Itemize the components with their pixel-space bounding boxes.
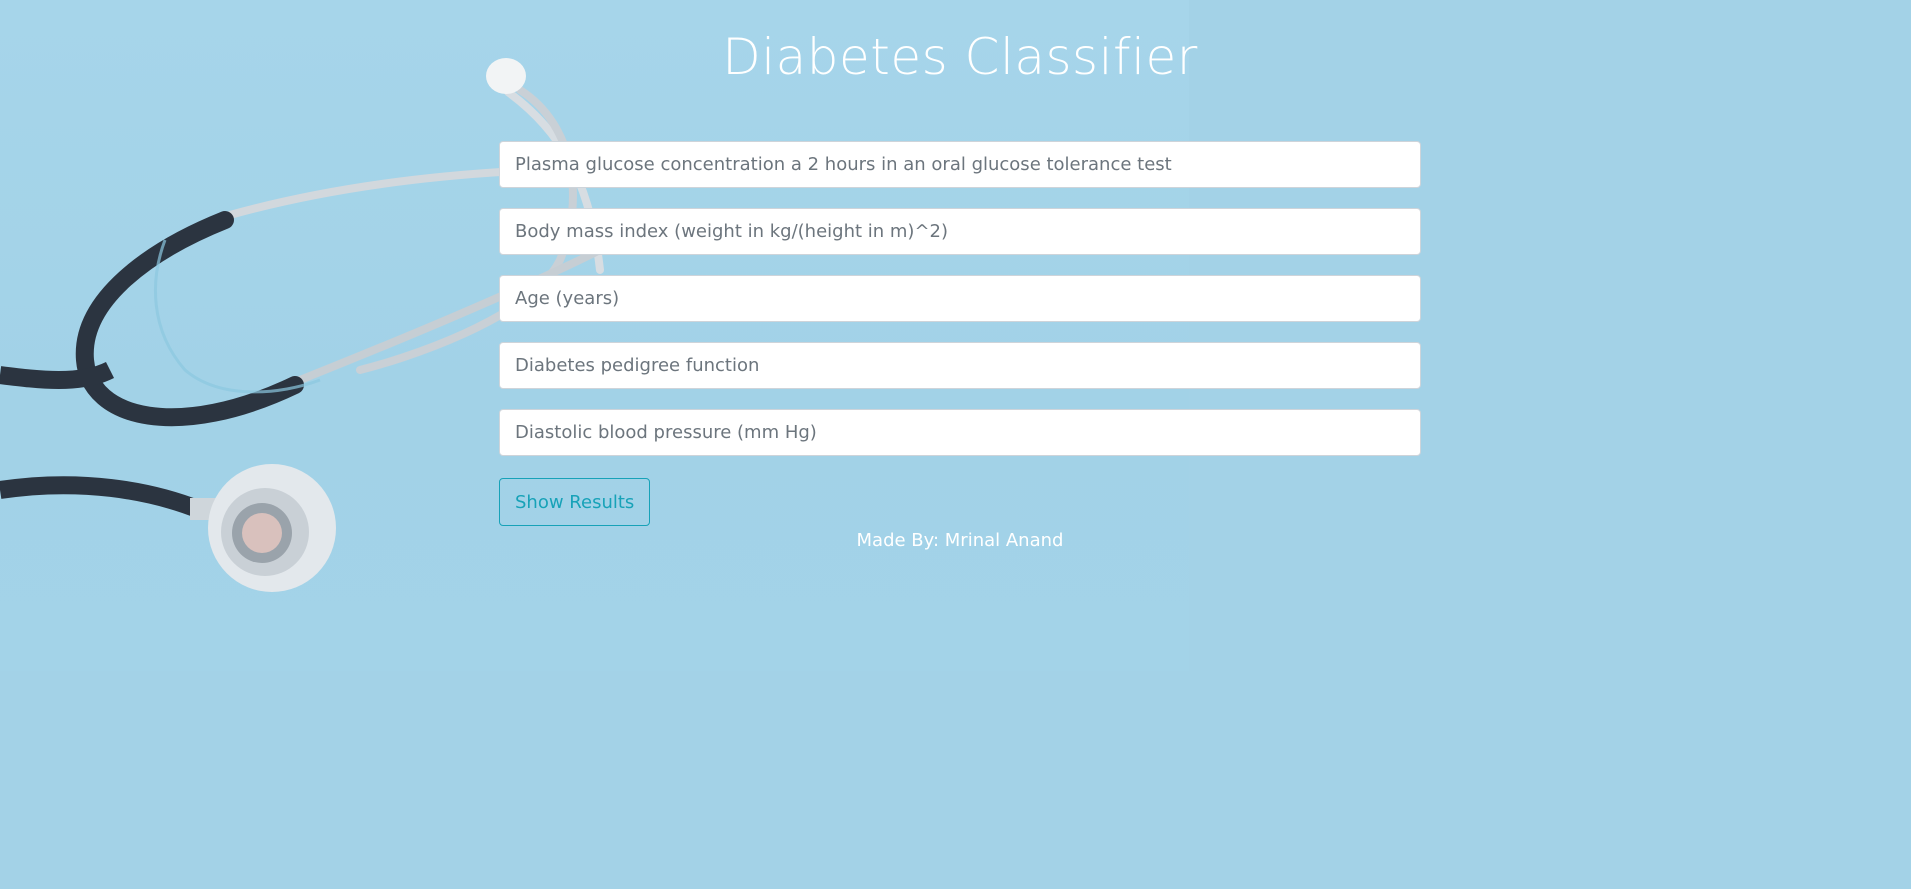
credit-text: Made By: Mrinal Anand <box>856 530 1064 551</box>
age-input[interactable] <box>499 275 1421 322</box>
blood-pressure-input[interactable] <box>499 409 1421 456</box>
page-title: Diabetes Classifier <box>722 28 1198 86</box>
plasma-glucose-input[interactable] <box>499 141 1421 188</box>
show-results-button[interactable]: Show Results <box>499 478 651 526</box>
page: Diabetes Classifier Show Results Made By… <box>0 0 1911 889</box>
pedigree-function-input[interactable] <box>499 342 1421 389</box>
diabetes-form <box>499 141 1421 476</box>
bmi-input[interactable] <box>499 208 1421 255</box>
